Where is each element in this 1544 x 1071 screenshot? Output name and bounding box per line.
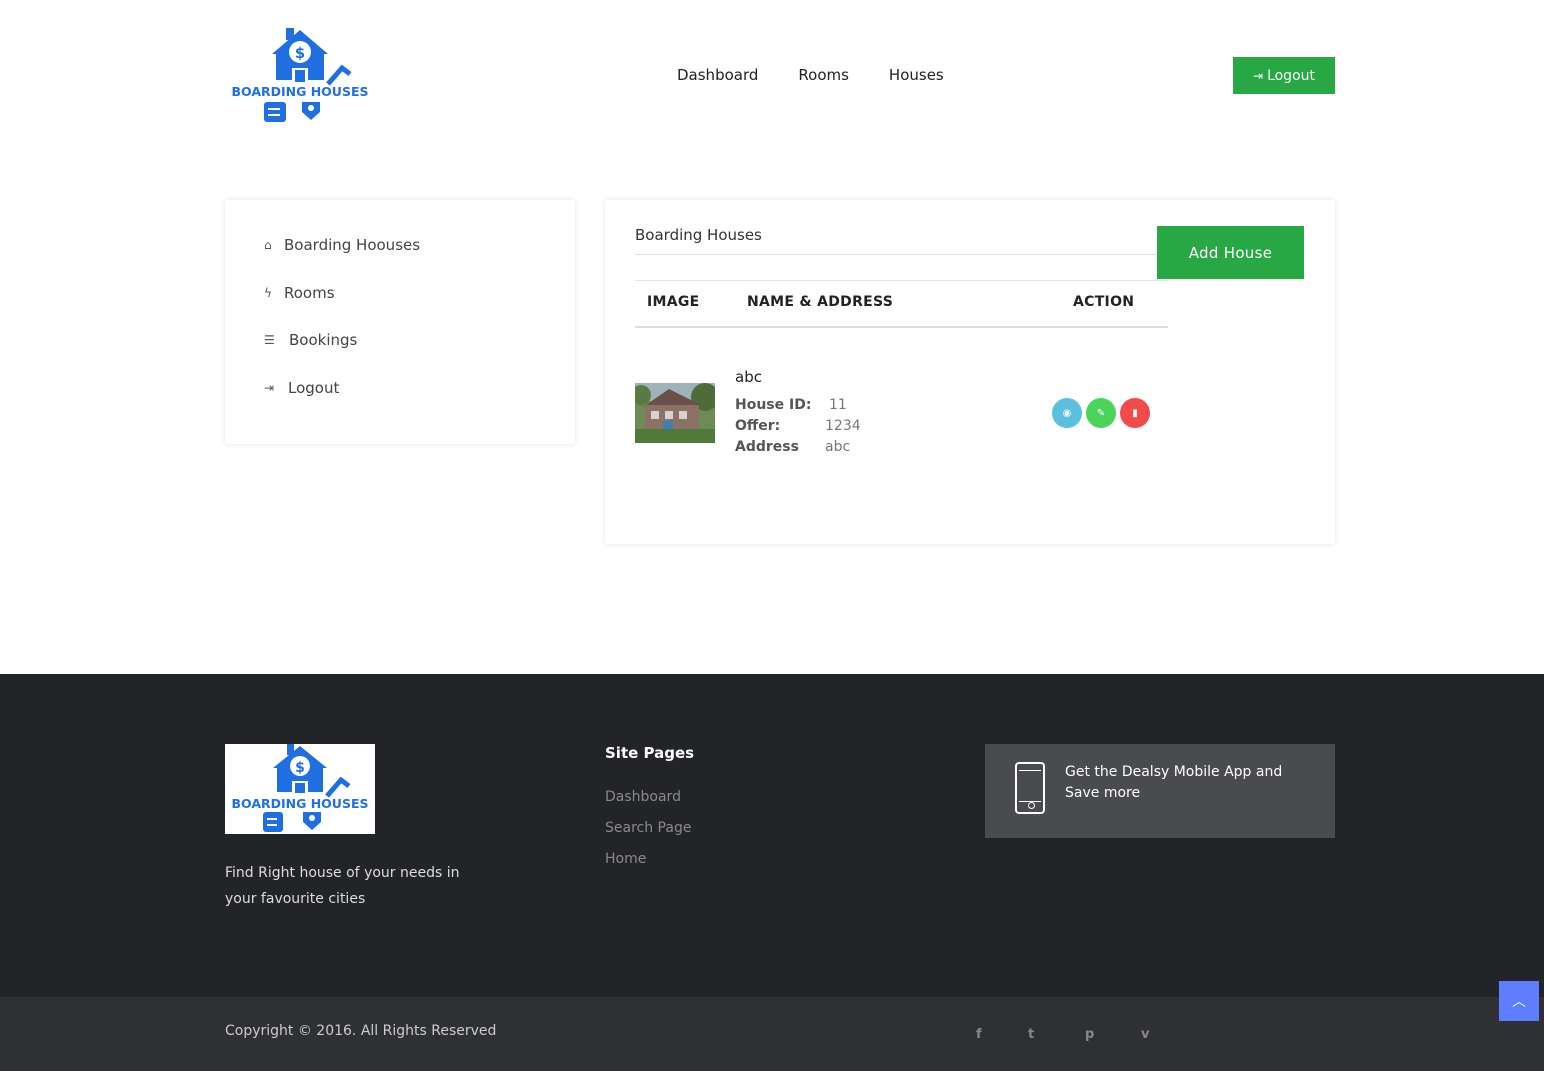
sidebar-item-label: Bookings bbox=[289, 331, 358, 349]
view-button[interactable]: ◉ bbox=[1052, 398, 1082, 428]
sidebar-item-label: Boarding Hoouses bbox=[284, 236, 421, 254]
sidebar-item-bookings[interactable]: ☰ Bookings bbox=[264, 331, 357, 349]
mobile-phone-icon bbox=[1015, 762, 1045, 814]
houses-panel: Boarding Houses Add House IMAGE NAME & A… bbox=[605, 200, 1335, 544]
site-header: $ BOARDING HOUSES Dashboard Rooms Houses… bbox=[0, 0, 1544, 150]
copyright-bar: Copyright © 2016. All Rights Reserved f … bbox=[0, 997, 1544, 1071]
nav-rooms[interactable]: Rooms bbox=[798, 66, 849, 84]
scroll-to-top-button[interactable]: ︿ bbox=[1499, 981, 1539, 1021]
sidebar-item-logout[interactable]: ⇥ Logout bbox=[264, 379, 339, 397]
twitter-icon[interactable]: t bbox=[1028, 1027, 1034, 1042]
panel-title: Boarding Houses bbox=[635, 226, 762, 244]
sidebar-item-label: Rooms bbox=[284, 284, 335, 302]
add-house-button[interactable]: Add House bbox=[1157, 226, 1304, 279]
sidebar-item-rooms[interactable]: ϟ Rooms bbox=[264, 284, 335, 302]
house-id-label: House ID: bbox=[735, 397, 812, 413]
footer-link-home[interactable]: Home bbox=[605, 851, 646, 867]
sidebar-item-label: Logout bbox=[288, 379, 340, 397]
divider bbox=[635, 280, 1168, 281]
chevron-up-icon: ︿ bbox=[1512, 994, 1526, 1010]
site-pages-heading: Site Pages bbox=[605, 744, 695, 762]
home-icon: ⌂ bbox=[264, 238, 272, 252]
copyright-text: Copyright © 2016. All Rights Reserved bbox=[225, 1023, 497, 1039]
footer-link-search-page[interactable]: Search Page bbox=[605, 820, 691, 836]
svg-text:BOARDING HOUSES: BOARDING HOUSES bbox=[232, 796, 369, 811]
nav-dashboard[interactable]: Dashboard bbox=[677, 66, 758, 84]
address-label: Address bbox=[735, 439, 799, 455]
column-header-name-address: NAME & ADDRESS bbox=[747, 294, 894, 310]
house-thumbnail[interactable] bbox=[635, 383, 715, 443]
house-id-value: 11 bbox=[829, 397, 847, 413]
brand-logo[interactable]: $ BOARDING HOUSES bbox=[232, 28, 369, 124]
site-footer: $ BOARDING HOUSES Find Right house of yo… bbox=[0, 674, 1544, 997]
column-header-action: ACTION bbox=[1073, 294, 1135, 310]
svg-text:BOARDING HOUSES: BOARDING HOUSES bbox=[232, 84, 368, 99]
app-promo-text: Get the Dealsy Mobile App and Save more bbox=[1065, 764, 1283, 801]
offer-value: 1234 bbox=[825, 418, 861, 434]
facebook-icon[interactable]: f bbox=[976, 1027, 982, 1042]
sign-out-icon: ⇥ bbox=[264, 381, 275, 395]
main-nav: Dashboard Rooms Houses bbox=[677, 66, 984, 84]
svg-text:$: $ bbox=[295, 760, 305, 776]
offer-label: Offer: bbox=[735, 418, 781, 434]
divider bbox=[635, 326, 1168, 328]
bolt-icon: ϟ bbox=[264, 286, 272, 300]
divider bbox=[635, 254, 1165, 255]
pencil-icon: ✎ bbox=[1096, 407, 1106, 419]
list-icon: ☰ bbox=[264, 333, 275, 347]
footer-tagline: Find Right house of your needs in your f… bbox=[225, 865, 460, 907]
pinterest-icon[interactable]: p bbox=[1085, 1027, 1094, 1042]
vimeo-icon[interactable]: v bbox=[1141, 1027, 1149, 1042]
sidebar: ⌂ Boarding Hoouses ϟ Rooms ☰ Bookings ⇥ … bbox=[225, 200, 575, 444]
sign-out-icon: ⇥ bbox=[1253, 68, 1264, 83]
delete-button[interactable]: ▮ bbox=[1120, 398, 1150, 428]
mobile-app-promo[interactable]: Get the Dealsy Mobile App and Save more bbox=[985, 744, 1335, 838]
column-header-image: IMAGE bbox=[647, 294, 700, 310]
svg-text:$: $ bbox=[295, 44, 305, 62]
address-value: abc bbox=[825, 439, 851, 455]
eye-icon: ◉ bbox=[1062, 407, 1072, 419]
trash-icon: ▮ bbox=[1132, 407, 1138, 419]
edit-button[interactable]: ✎ bbox=[1086, 398, 1116, 428]
house-name: abc bbox=[735, 368, 762, 386]
logout-label: Logout bbox=[1267, 67, 1315, 84]
logout-button[interactable]: ⇥ Logout bbox=[1233, 57, 1335, 94]
nav-houses[interactable]: Houses bbox=[889, 66, 944, 84]
sidebar-item-boarding-houses[interactable]: ⌂ Boarding Hoouses bbox=[264, 236, 420, 254]
footer-logo[interactable]: $ BOARDING HOUSES bbox=[225, 744, 375, 834]
footer-link-dashboard[interactable]: Dashboard bbox=[605, 789, 681, 805]
